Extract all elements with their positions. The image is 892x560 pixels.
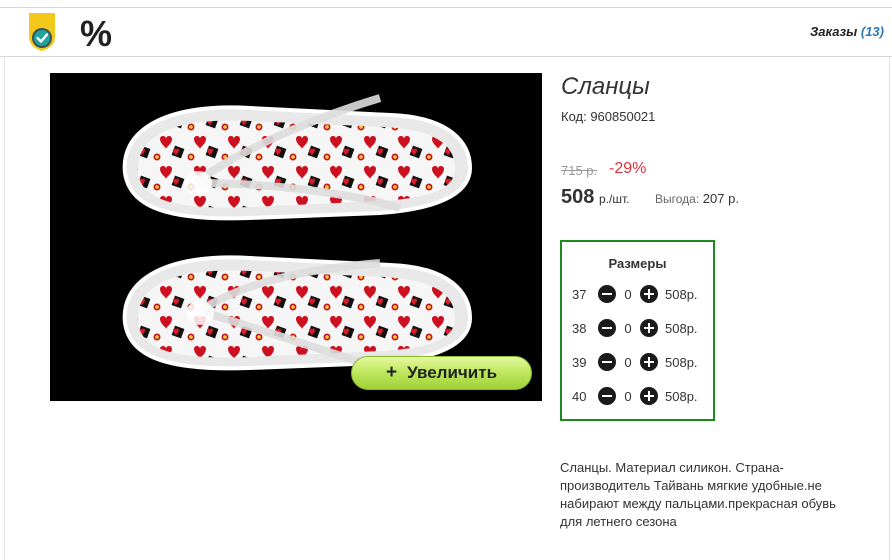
minus-icon[interactable] xyxy=(598,285,616,303)
left-border xyxy=(4,57,5,560)
orders-label[interactable]: Заказы xyxy=(810,24,857,39)
size-row: 38 0 508р. xyxy=(572,319,698,337)
plus-icon: + xyxy=(385,362,398,383)
plus-icon[interactable] xyxy=(640,319,658,337)
old-price: 715 р. xyxy=(561,163,598,178)
right-border xyxy=(889,57,890,560)
size-value: 40 xyxy=(572,388,587,404)
shield-check-icon[interactable] xyxy=(26,12,58,52)
savings: Выгода: 207 р. xyxy=(655,191,739,206)
price-unit: р./шт. xyxy=(599,192,630,206)
size-row: 39 0 508р. xyxy=(572,353,698,371)
top-border xyxy=(0,7,892,8)
size-price: 508р. xyxy=(665,354,698,370)
header-divider xyxy=(0,56,892,57)
quantity-value: 0 xyxy=(624,354,632,370)
orders-count[interactable]: (13) xyxy=(861,24,884,39)
product-code: Код: 960850021 xyxy=(561,109,656,124)
product-image[interactable] xyxy=(50,73,542,401)
size-price: 508р. xyxy=(665,388,698,404)
discount-badge: -29% xyxy=(609,160,647,177)
quantity-value: 0 xyxy=(624,388,632,404)
size-value: 37 xyxy=(572,286,587,302)
size-row: 40 0 508р. xyxy=(572,387,698,405)
plus-icon[interactable] xyxy=(640,285,658,303)
plus-icon[interactable] xyxy=(640,353,658,371)
sizes-panel: Размеры 37 0 508р. 38 0 508р. 39 0 508р.… xyxy=(560,240,715,421)
quantity-value: 0 xyxy=(624,286,632,302)
discount-percent-icon[interactable]: % xyxy=(80,12,112,56)
size-row: 37 0 508р. xyxy=(572,285,698,303)
orders-link[interactable]: Заказы (13) xyxy=(810,24,884,39)
zoom-button-label: Увеличить xyxy=(407,363,498,382)
size-value: 39 xyxy=(572,354,587,370)
savings-value: 207 р. xyxy=(702,191,739,206)
sizes-title: Размеры xyxy=(608,256,667,271)
savings-label: Выгода: xyxy=(655,192,700,206)
minus-icon[interactable] xyxy=(598,387,616,405)
quantity-value: 0 xyxy=(624,320,632,336)
product-description: Сланцы. Материал силикон. Страна-произво… xyxy=(560,460,836,529)
minus-icon[interactable] xyxy=(598,319,616,337)
size-price: 508р. xyxy=(665,286,698,302)
size-price: 508р. xyxy=(665,320,698,336)
size-value: 38 xyxy=(572,320,587,336)
product-title: Сланцы xyxy=(561,73,650,100)
zoom-button[interactable]: + Увеличить xyxy=(351,356,532,390)
plus-icon[interactable] xyxy=(640,387,658,405)
current-price: 508 xyxy=(561,186,595,208)
minus-icon[interactable] xyxy=(598,353,616,371)
